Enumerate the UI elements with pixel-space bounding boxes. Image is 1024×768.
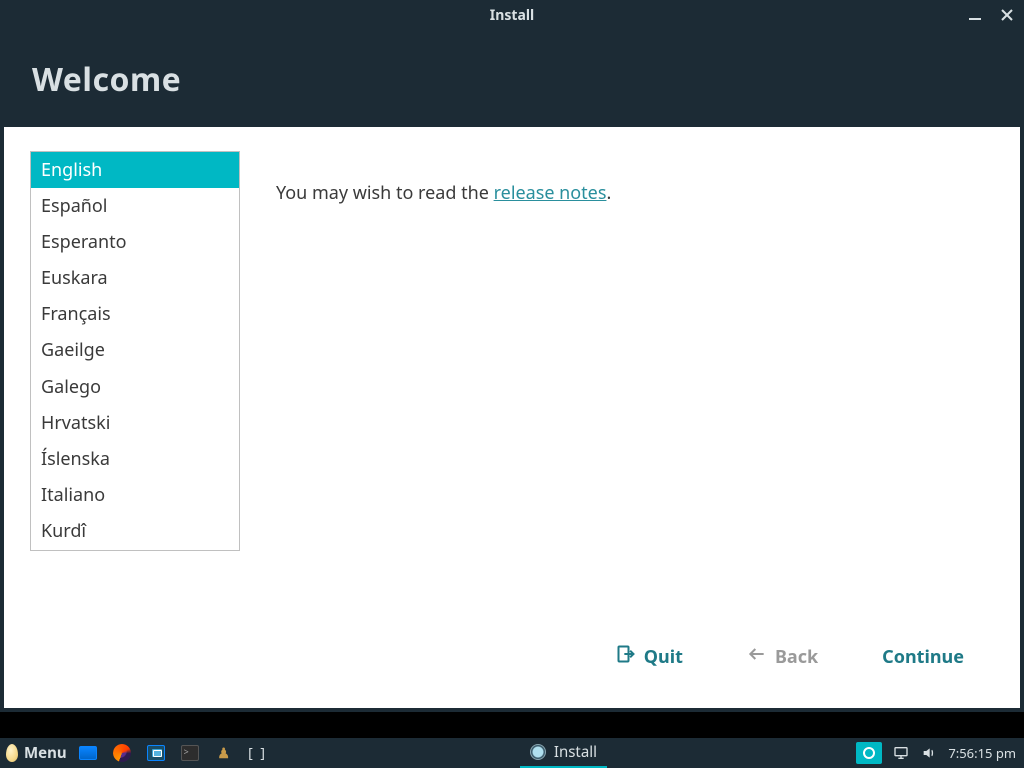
back-label: Back xyxy=(775,645,818,669)
taskbar-entry-install[interactable]: Install xyxy=(520,738,607,768)
exit-icon xyxy=(616,644,636,670)
root-icon: ♟ xyxy=(217,744,230,763)
display-tray-icon[interactable] xyxy=(892,744,910,762)
titlebar[interactable]: Install xyxy=(0,0,1024,30)
terminal-launcher[interactable] xyxy=(177,742,203,764)
header: Welcome xyxy=(0,30,1024,127)
taskbar-left: Menu ♟ [ ] xyxy=(0,738,271,768)
page-title: Welcome xyxy=(32,58,992,101)
start-menu-button[interactable]: Menu xyxy=(6,743,67,763)
clock[interactable]: 7:56:15 pm xyxy=(948,744,1016,762)
close-button[interactable] xyxy=(998,6,1016,24)
window-controls xyxy=(966,0,1016,30)
firefox-icon xyxy=(113,744,131,762)
show-desktop-button[interactable] xyxy=(75,742,101,764)
desktop-icon xyxy=(79,746,97,760)
language-option[interactable]: Esperanto xyxy=(31,224,239,260)
window-title: Install xyxy=(490,6,534,25)
content-area: EnglishEspañolEsperantoEuskaraFrançaisGa… xyxy=(4,127,1020,708)
language-list[interactable]: EnglishEspañolEsperantoEuskaraFrançaisGa… xyxy=(30,151,240,551)
language-option[interactable]: Euskara xyxy=(31,260,239,296)
language-option[interactable]: Français xyxy=(31,296,239,332)
content-row: EnglishEspañolEsperantoEuskaraFrançaisGa… xyxy=(30,151,994,632)
workspace-icon xyxy=(863,747,875,759)
menu-label: Menu xyxy=(24,743,67,763)
root-terminal-launcher[interactable]: ♟ xyxy=(211,742,237,764)
language-option[interactable]: Kurdî xyxy=(31,513,239,549)
language-option[interactable]: Galego xyxy=(31,369,239,405)
files-launcher[interactable] xyxy=(143,742,169,764)
terminal-icon xyxy=(181,745,199,761)
taskbar-right: 7:56:15 pm xyxy=(856,738,1024,768)
arrow-left-icon xyxy=(747,644,767,670)
quit-button[interactable]: Quit xyxy=(616,644,683,670)
workspace-switcher[interactable] xyxy=(856,742,882,764)
taskbar: Menu ♟ [ ] Install 7:56:15 pm xyxy=(0,738,1024,768)
quit-label: Quit xyxy=(644,645,683,669)
firefox-launcher[interactable] xyxy=(109,742,135,764)
file-manager-icon xyxy=(147,745,165,761)
volume-tray-icon[interactable] xyxy=(920,744,938,762)
continue-button[interactable]: Continue xyxy=(882,645,964,669)
brackets-icon: [ ] xyxy=(248,744,267,763)
language-option[interactable]: Italiano xyxy=(31,477,239,513)
language-option[interactable]: English xyxy=(31,152,239,188)
release-notes-text: You may wish to read the release notes. xyxy=(276,151,994,632)
distro-logo-icon xyxy=(6,744,18,762)
task-label: Install xyxy=(554,742,597,762)
continue-label: Continue xyxy=(882,645,964,669)
minimize-button[interactable] xyxy=(966,6,984,24)
release-notes-link[interactable]: release notes xyxy=(494,181,607,205)
taskbar-center: Install xyxy=(271,738,857,768)
language-option[interactable]: Latviski xyxy=(31,549,239,551)
language-option[interactable]: Gaeilge xyxy=(31,332,239,368)
hint-prefix: You may wish to read the xyxy=(276,181,494,205)
footer-buttons: Quit Back Continue xyxy=(30,632,994,690)
back-button: Back xyxy=(747,644,818,670)
language-option[interactable]: Español xyxy=(31,188,239,224)
language-option[interactable]: Hrvatski xyxy=(31,405,239,441)
language-option[interactable]: Íslenska xyxy=(31,441,239,477)
hint-suffix: . xyxy=(606,181,611,205)
installer-task-icon xyxy=(530,744,546,760)
installer-window: Install Welcome EnglishEspañolEsperantoE… xyxy=(0,0,1024,712)
bracket-launcher[interactable]: [ ] xyxy=(245,742,271,764)
desktop-background[interactable] xyxy=(0,712,1024,738)
